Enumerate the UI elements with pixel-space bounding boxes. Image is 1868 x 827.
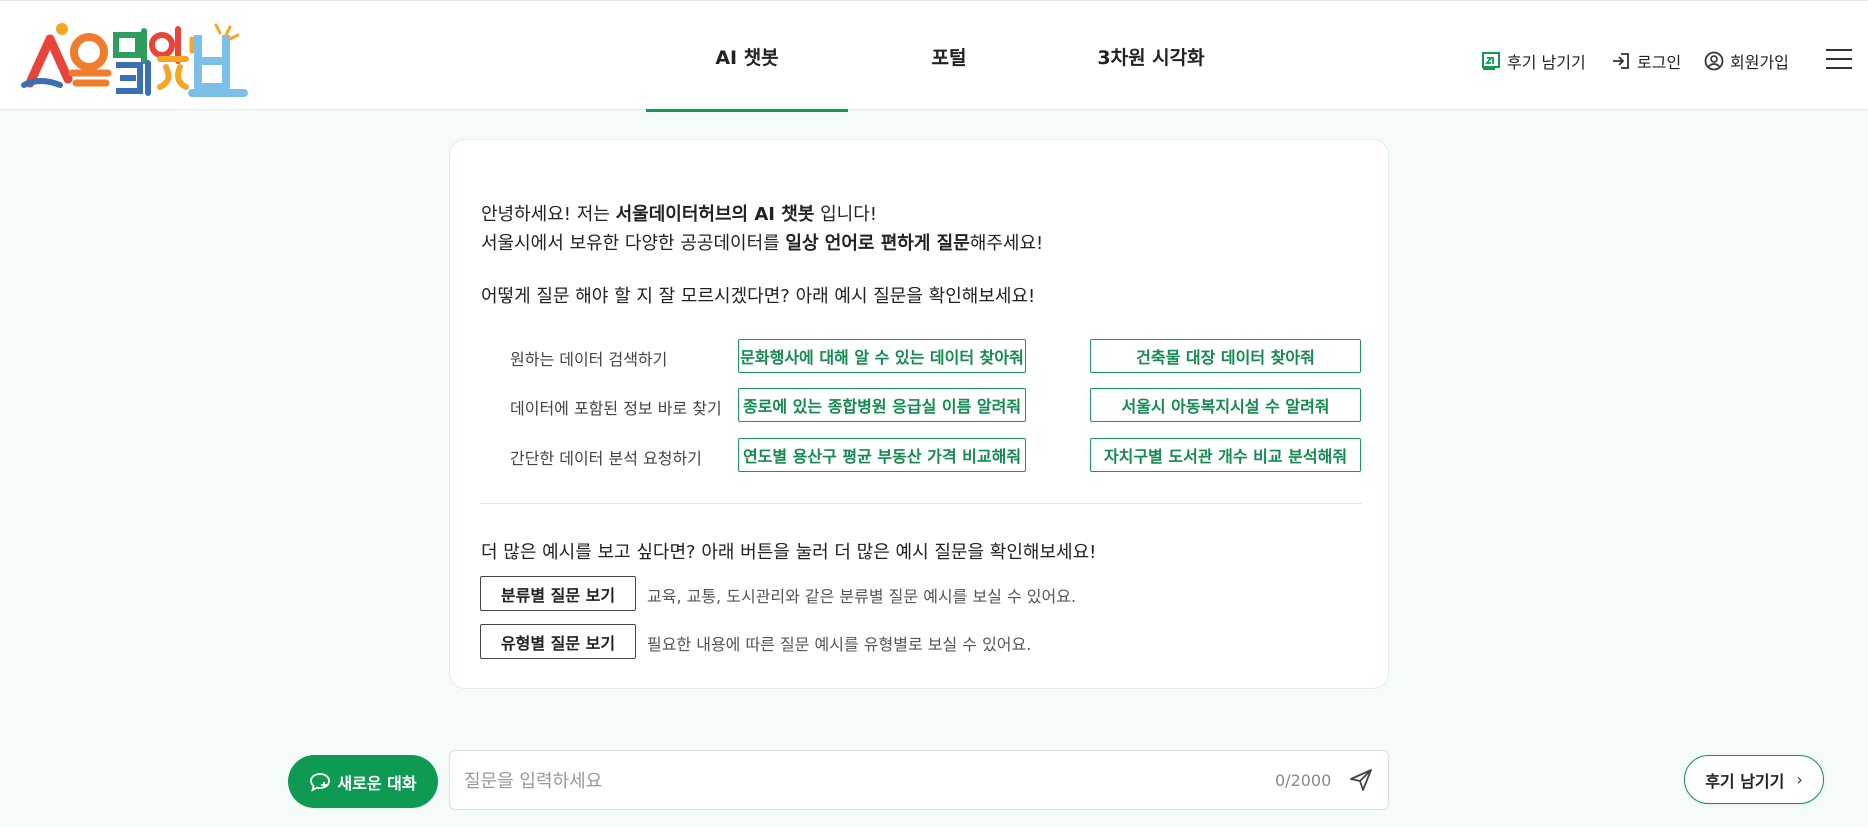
user-icon — [1704, 51, 1724, 71]
more-examples-hint: 더 많은 예시를 보고 싶다면? 아래 버튼을 눌러 더 많은 예시 질문을 확… — [481, 542, 1097, 563]
review-link[interactable]: 후기 남기기 — [1481, 47, 1586, 75]
chevron-right-icon: › — [1796, 770, 1803, 789]
example-question-button[interactable]: 건축물 대장 데이터 찾아줘 — [1090, 339, 1361, 373]
category-questions-button[interactable]: 분류별 질문 보기 — [480, 576, 636, 611]
tab-3d-visualization[interactable]: 3차원 시각화 — [1050, 1, 1252, 111]
main-nav: AI 챗봇 포털 3차원 시각화 — [646, 1, 1252, 112]
example-question-button[interactable]: 연도별 용산구 평균 부동산 가격 비교해줘 — [738, 438, 1026, 472]
seoul-data-hub-logo[interactable] — [20, 21, 270, 99]
intro-line-2: 서울시에서 보유한 다양한 공공데이터를 일상 언어로 편하게 질문해주세요! — [481, 233, 1044, 254]
example-category-label: 원하는 데이터 검색하기 — [510, 350, 668, 369]
login-link-label: 로그인 — [1637, 53, 1682, 72]
send-icon[interactable] — [1348, 767, 1374, 793]
example-question-button[interactable]: 문화행사에 대해 알 수 있는 데이터 찾아줘 — [738, 339, 1026, 373]
example-question-button[interactable]: 종로에 있는 종합병원 응급실 이름 알려줘 — [738, 388, 1026, 422]
question-hint: 어떻게 질문 해야 할 지 잘 모르시겠다면? 아래 예시 질문을 확인해보세요… — [481, 286, 1036, 307]
chat-input-box: 0/2000 — [449, 750, 1389, 810]
review-button[interactable]: 후기 남기기 › — [1684, 755, 1824, 804]
login-icon — [1613, 53, 1629, 69]
category-questions-desc: 교육, 교통, 도시관리와 같은 분류별 질문 예시를 보실 수 있어요. — [647, 587, 1077, 606]
signup-link[interactable]: 회원가입 — [1704, 47, 1789, 75]
tab-portal[interactable]: 포털 — [848, 1, 1050, 111]
login-link[interactable]: 로그인 — [1611, 47, 1681, 75]
intro-text: 안녕하세요! 저는 서울데이터허브의 AI 챗봇 입니다! 서울시에서 보유한 … — [481, 200, 1043, 258]
example-question-button[interactable]: 서울시 아동복지시설 수 알려줘 — [1090, 388, 1361, 422]
divider — [480, 503, 1362, 504]
example-question-button[interactable]: 자치구별 도서관 개수 비교 분석해줘 — [1090, 438, 1361, 472]
new-chat-button[interactable]: 새로운 대화 — [288, 755, 438, 808]
char-count: 0/2000 — [1275, 771, 1332, 790]
site-header: AI 챗봇 포털 3차원 시각화 후기 남기기 로그인 회원가입 — [0, 0, 1868, 112]
new-chat-icon — [310, 772, 331, 792]
hamburger-menu-icon[interactable] — [1826, 49, 1852, 71]
example-category-label: 간단한 데이터 분석 요청하기 — [510, 449, 702, 468]
tab-ai-chatbot[interactable]: AI 챗봇 — [646, 1, 848, 112]
new-chat-label: 새로운 대화 — [337, 773, 417, 793]
review-link-label: 후기 남기기 — [1507, 53, 1586, 72]
signup-link-label: 회원가입 — [1730, 53, 1789, 72]
example-category-label: 데이터에 포함된 정보 바로 찾기 — [510, 399, 722, 418]
intro-line-1: 안녕하세요! 저는 서울데이터허브의 AI 챗봇 입니다! — [481, 204, 877, 225]
chatbot-welcome-card: 안녕하세요! 저는 서울데이터허브의 AI 챗봇 입니다! 서울시에서 보유한 … — [449, 139, 1389, 689]
review-icon — [1482, 52, 1500, 70]
type-questions-button[interactable]: 유형별 질문 보기 — [480, 624, 636, 659]
review-button-label: 후기 남기기 — [1705, 771, 1785, 791]
chat-input[interactable] — [464, 761, 1224, 801]
type-questions-desc: 필요한 내용에 따른 질문 예시를 유형별로 보실 수 있어요. — [647, 635, 1032, 654]
